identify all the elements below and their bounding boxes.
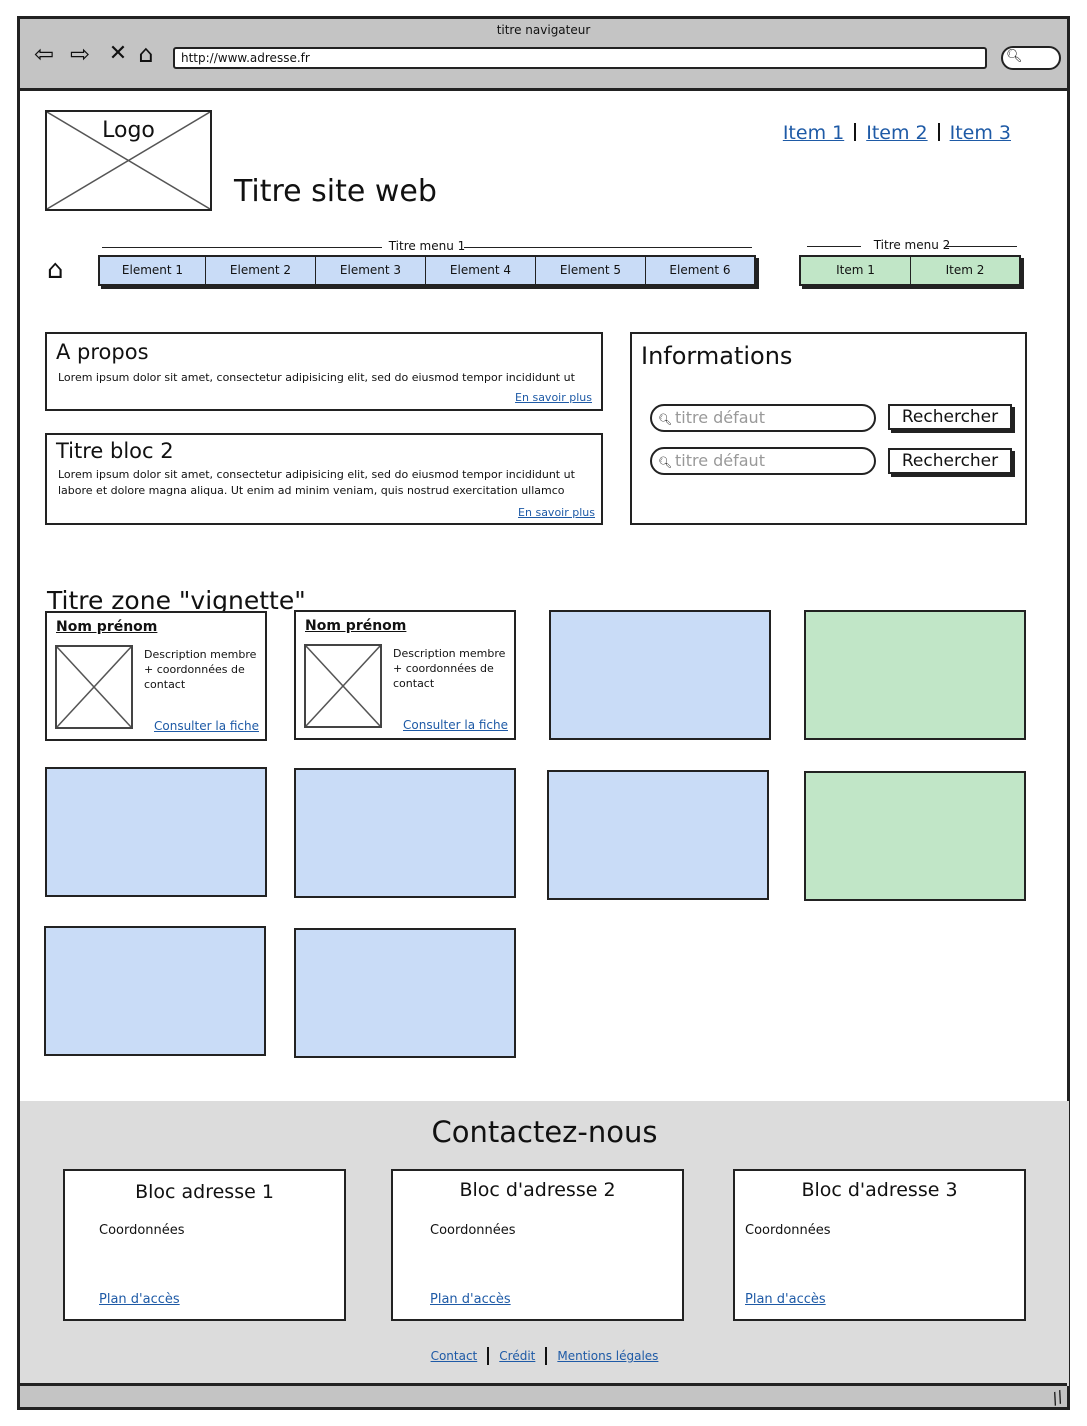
member-photo	[304, 644, 382, 728]
menu1-item-5[interactable]: Element 5	[536, 257, 646, 284]
search-icon: 🔍︎	[658, 413, 672, 426]
address-coordinates: Coordonnées	[745, 1223, 831, 1238]
menu1: Element 1 Element 2 Element 3 Element 4 …	[98, 255, 756, 286]
member-card-2: Nom prénom Description membre + coordonn…	[294, 610, 516, 740]
member-name[interactable]: Nom prénom	[56, 619, 157, 635]
divider	[102, 247, 382, 248]
member-link[interactable]: Consulter la fiche	[403, 718, 508, 732]
footer-links: Contact Crédit Mentions légales	[20, 1347, 1069, 1365]
about-more-link[interactable]: En savoir plus	[515, 391, 592, 404]
divider	[945, 246, 1017, 247]
member-link[interactable]: Consulter la fiche	[154, 719, 259, 733]
divider	[464, 247, 752, 248]
address-block-title: Bloc adresse 1	[135, 1181, 274, 1203]
menu1-item-1[interactable]: Element 1	[100, 257, 206, 284]
block2: Titre bloc 2 Lorem ipsum dolor sit amet,…	[45, 433, 603, 525]
address-block-3: Bloc d'adresse 3 Coordonnées Plan d'accè…	[733, 1169, 1026, 1321]
vignette-tile[interactable]	[804, 771, 1026, 901]
photo-placeholder-icon	[305, 645, 381, 727]
footer-link-credit[interactable]: Crédit	[499, 1349, 535, 1363]
footer-link-legal[interactable]: Mentions légales	[557, 1349, 658, 1363]
menu1-title-bar: Titre menu 1	[102, 239, 752, 253]
logo: Logo	[45, 110, 212, 211]
menu2-item-2[interactable]: Item 2	[911, 257, 1019, 284]
nav-separator	[854, 123, 857, 141]
about-block: A propos Lorem ipsum dolor sit amet, con…	[45, 332, 603, 411]
vignette-tile[interactable]	[547, 770, 769, 900]
footer: Contactez-nous Bloc adresse 1 Coordonnée…	[20, 1101, 1069, 1386]
divider	[807, 246, 861, 247]
menu2-title: Titre menu 2	[873, 238, 951, 252]
address-bar[interactable]: http://www.adresse.fr	[173, 47, 987, 69]
search-input-1-placeholder: titre défaut	[674, 408, 765, 427]
menu2-title-bar: Titre menu 2	[807, 238, 1017, 252]
address-coordinates: Coordonnées	[99, 1223, 185, 1238]
vignette-tile[interactable]	[294, 928, 516, 1058]
resize-handle-icon[interactable]: //	[1049, 1387, 1066, 1409]
search-button-2[interactable]: Rechercher	[888, 448, 1012, 474]
member-name[interactable]: Nom prénom	[305, 618, 406, 634]
footer-title: Contactez-nous	[431, 1115, 658, 1149]
menu1-item-3[interactable]: Element 3	[316, 257, 426, 284]
menu1-item-6[interactable]: Element 6	[646, 257, 754, 284]
top-nav: Item 1 Item 2 Item 3	[783, 122, 1011, 144]
top-nav-item-3[interactable]: Item 3	[950, 122, 1011, 144]
browser-chrome: titre navigateur ⇦ ⇨ ✕ ⌂ http://www.adre…	[20, 19, 1067, 91]
menu1-item-2[interactable]: Element 2	[206, 257, 316, 284]
address-block-title: Bloc d'adresse 2	[459, 1179, 616, 1201]
vignette-tile[interactable]	[549, 610, 771, 740]
about-text: Lorem ipsum dolor sit amet, consectetur …	[58, 371, 575, 384]
vignette-tile[interactable]	[294, 768, 516, 898]
home-icon[interactable]: ⌂	[47, 255, 64, 285]
vignette-tile[interactable]	[804, 610, 1026, 740]
address-map-link[interactable]: Plan d'accès	[745, 1292, 826, 1307]
site-title: Titre site web	[234, 174, 437, 209]
forward-arrow-icon[interactable]: ⇨	[66, 39, 94, 69]
top-nav-item-2[interactable]: Item 2	[866, 122, 927, 144]
browser-window: titre navigateur ⇦ ⇨ ✕ ⌂ http://www.adre…	[17, 16, 1070, 1410]
member-photo	[55, 645, 133, 729]
search-button-1[interactable]: Rechercher	[888, 404, 1012, 430]
address-block-2: Bloc d'adresse 2 Coordonnées Plan d'accè…	[391, 1169, 684, 1321]
footer-link-separator	[545, 1347, 548, 1365]
informations-block: Informations 🔍︎ titre défaut Rechercher 🔍…	[630, 332, 1027, 525]
search-icon: 🔍︎	[658, 456, 672, 469]
search-input-2[interactable]: 🔍︎ titre défaut	[650, 447, 876, 475]
search-icon: 🔍︎	[1006, 49, 1023, 64]
menu2: Item 1 Item 2	[799, 255, 1021, 286]
member-description: Description membre + coordonnées de cont…	[144, 648, 257, 691]
member-card-1: Nom prénom Description membre + coordonn…	[45, 611, 267, 741]
search-input-2-placeholder: titre défaut	[674, 451, 765, 470]
vignette-tile[interactable]	[44, 926, 266, 1056]
address-block-title: Bloc d'adresse 3	[801, 1179, 958, 1201]
photo-placeholder-icon	[56, 646, 132, 728]
menu1-item-4[interactable]: Element 4	[426, 257, 536, 284]
top-nav-item-1[interactable]: Item 1	[783, 122, 844, 144]
address-map-link[interactable]: Plan d'accès	[430, 1292, 511, 1307]
address-block-1: Bloc adresse 1 Coordonnées Plan d'accès	[63, 1169, 346, 1321]
block2-more-link[interactable]: En savoir plus	[518, 506, 595, 519]
search-input-1[interactable]: 🔍︎ titre défaut	[650, 404, 876, 432]
stop-icon[interactable]: ✕	[104, 39, 132, 69]
vignette-tile[interactable]	[45, 767, 267, 897]
menu2-item-1[interactable]: Item 1	[801, 257, 911, 284]
address-map-link[interactable]: Plan d'accès	[99, 1292, 180, 1307]
member-description: Description membre + coordonnées de cont…	[393, 647, 506, 690]
block2-text: Lorem ipsum dolor sit amet, consectetur …	[58, 468, 575, 497]
footer-link-contact[interactable]: Contact	[431, 1349, 478, 1363]
logo-label: Logo	[102, 118, 155, 143]
back-arrow-icon[interactable]: ⇦	[30, 39, 58, 69]
address-coordinates: Coordonnées	[430, 1223, 516, 1238]
menu1-title: Titre menu 1	[388, 239, 466, 253]
nav-separator	[937, 123, 940, 141]
block2-title: Titre bloc 2	[56, 439, 174, 463]
window-title: titre navigateur	[496, 23, 591, 37]
about-title: A propos	[56, 340, 149, 364]
status-bar: //	[20, 1383, 1067, 1409]
browser-search[interactable]: 🔍︎	[1001, 46, 1061, 70]
informations-title: Informations	[641, 342, 793, 370]
footer-link-separator	[487, 1347, 490, 1365]
home-icon[interactable]: ⌂	[132, 39, 160, 69]
